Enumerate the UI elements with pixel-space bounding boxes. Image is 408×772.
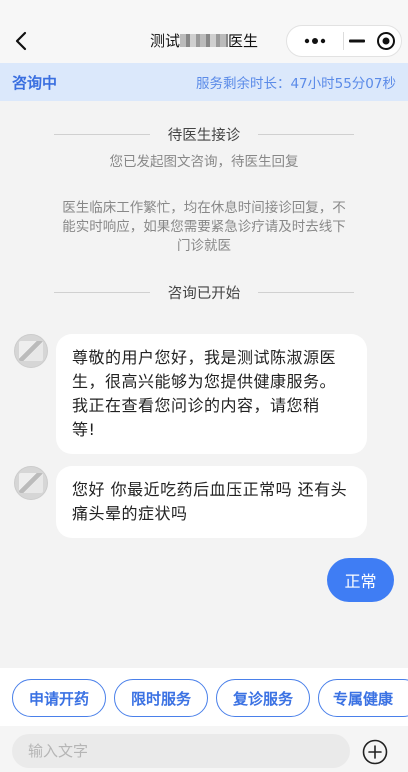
target-close-icon (377, 32, 396, 50)
waiting-divider: 待医生接诊 (0, 124, 408, 145)
message-line: 我正在查看您问诊的内容，请您稍 (72, 396, 320, 415)
back-button[interactable] (8, 28, 34, 54)
started-divider: 咨询已开始 (0, 282, 408, 303)
doctor-avatar[interactable] (14, 466, 48, 500)
message-line: 等! (72, 420, 96, 439)
message-input[interactable] (12, 734, 350, 768)
close-button[interactable] (371, 26, 401, 56)
add-plus-icon[interactable] (362, 739, 388, 765)
doctor-avatar[interactable] (14, 334, 48, 368)
message-line: 生，很高兴能够为您提供健康服务。 (72, 372, 337, 391)
avatar-image (19, 341, 43, 361)
input-bar (0, 726, 408, 772)
message-line: 您好 你最近吃药后血压正常吗 还有头 (72, 480, 348, 499)
chevron-left-icon (15, 31, 27, 51)
divider-line (258, 292, 355, 293)
consult-status-bar: 咨询中 服务剩余时长：47小时55分07秒 (0, 63, 408, 101)
follow-up-service-button[interactable]: 复诊服务 (216, 679, 310, 717)
title-suffix: 医生 (228, 32, 259, 50)
divider-line (53, 134, 150, 135)
status-label: 咨询中 (12, 73, 58, 92)
busy-notice-line-2: 能实时响应，如果您需要紧急诊疗请及时去线下 (62, 219, 346, 235)
doctor-message-bubble: 尊敬的用户您好，我是测试陈淑源医 生，很高兴能够为您提供健康服务。 我正在查看您… (56, 334, 367, 454)
minimize-button[interactable] (344, 26, 372, 56)
waiting-title: 待医生接诊 (167, 128, 241, 144)
remaining-time: 服务剩余时长：47小时55分07秒 (195, 76, 396, 92)
exclusive-health-button[interactable]: 专属健康 (318, 679, 408, 717)
doctor-message-bubble: 您好 你最近吃药后血压正常吗 还有头 痛头晕的症状吗 (56, 466, 367, 538)
message-line: 尊敬的用户您好，我是测试陈淑源医 (72, 348, 337, 367)
navigation-bar: 测试 医生 (0, 0, 408, 63)
quick-action-bar: 申请开药 限时服务 复诊服务 专属健康 (0, 668, 408, 726)
miniprogram-capsule (286, 25, 402, 57)
divider-line (258, 134, 355, 135)
busy-notice-line-1: 医生临床工作繁忙，均在休息时间接诊回复，不 (62, 200, 346, 216)
avatar-image (19, 473, 43, 493)
redacted-name (180, 34, 228, 47)
started-title: 咨询已开始 (167, 286, 241, 302)
page-title: 测试 医生 (120, 30, 288, 51)
divider-line (53, 292, 150, 293)
waiting-subtitle: 您已发起图文咨询，待医生回复 (109, 154, 299, 170)
minimize-icon (349, 39, 366, 43)
more-dots-icon (304, 38, 325, 44)
user-message-bubble: 正常 (327, 558, 394, 602)
message-line: 痛头晕的症状吗 (72, 504, 188, 523)
title-prefix: 测试 (149, 32, 180, 50)
apply-prescription-button[interactable]: 申请开药 (12, 679, 106, 717)
limited-service-button[interactable]: 限时服务 (114, 679, 208, 717)
more-button[interactable] (287, 26, 343, 56)
busy-notice-line-3: 门诊就医 (177, 238, 231, 254)
